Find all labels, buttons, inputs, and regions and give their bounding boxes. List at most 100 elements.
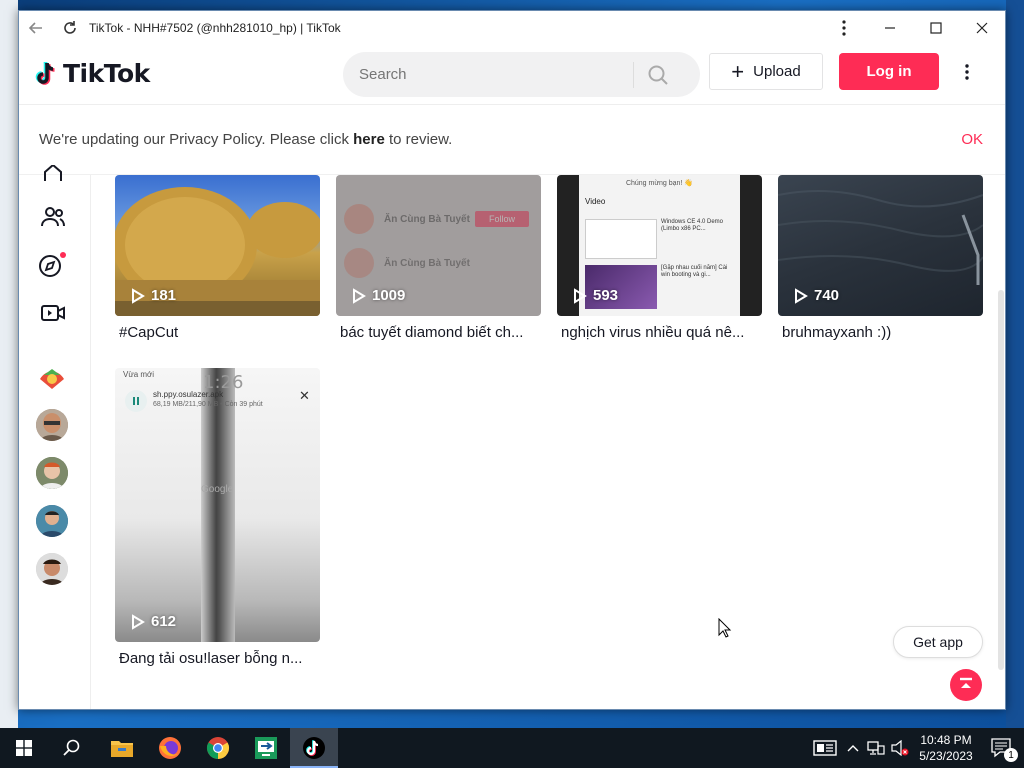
close-button[interactable] [959,11,1005,45]
view-count-value: 740 [814,287,840,304]
back-button[interactable] [19,11,53,45]
chevron-up-icon [847,745,859,752]
left-sidebar [19,165,91,709]
remote-desktop-icon [255,737,277,759]
video-card[interactable]: 740 bruhmayxanh :)) [778,175,983,341]
thumb-close-icon: ✕ [299,388,310,403]
video-card[interactable]: Chúng mừng bạn! 👋 Video Windows CE 4.0 D… [557,175,762,341]
video-caption[interactable]: bruhmayxanh :)) [778,324,983,341]
thumb-item-2: [Gặp nhau cuối năm] Cài win booting và g… [661,265,728,278]
privacy-ok-button[interactable]: OK [961,131,983,148]
network-icon [867,741,885,755]
maximize-button[interactable] [913,11,959,45]
video-caption[interactable]: #CapCut [115,324,320,341]
arrow-left-icon [28,22,42,34]
play-icon [132,287,145,304]
privacy-text-after: to review. [384,131,453,148]
plus-icon: + [731,58,745,84]
search-icon [648,65,668,85]
video-card[interactable]: Ăn Cùng Bà Tuyết Follow Ăn Cùng Bà Tuyết… [336,175,541,341]
play-icon [353,287,366,304]
sidebar-item-live[interactable] [39,299,67,327]
notifications-button[interactable]: 1 [980,728,1024,768]
upload-button[interactable]: + Upload [709,53,823,90]
video-thumbnail[interactable]: Vừa mới 1:26 sh.ppy.osulazer.apk 68,19 M… [115,368,320,642]
download-progress-icon [125,390,147,412]
clock[interactable]: 10:48 PM 5/23/2023 [912,732,980,764]
thumb-header: Chúng mừng bạn! 👋 [625,180,694,187]
view-count: 1009 [352,287,405,304]
tiktok-note-icon [35,61,55,85]
tiktok-icon [303,737,325,759]
search-button[interactable] [634,52,682,97]
thumb-item-1: Windows CE 4.0 Demo (Limbo x86 PC... [661,219,724,232]
video-caption[interactable]: bác tuyết diamond biết ch... [336,324,541,341]
video-card[interactable]: 181 #CapCut [115,175,320,341]
taskbar-search-button[interactable] [48,728,96,768]
taskbar-tiktok[interactable] [290,728,338,768]
clock-date: 5/23/2023 [919,749,973,763]
thumb-section: Video [585,197,606,206]
following-icon [41,207,65,227]
start-button[interactable] [0,728,48,768]
taskbar: 10:48 PM 5/23/2023 1 [0,728,1024,768]
compass-icon [39,252,66,277]
video-thumbnail[interactable]: Chúng mừng bạn! 👋 Video Windows CE 4.0 D… [557,175,762,316]
sidebar-item-following[interactable] [39,203,67,231]
video-caption[interactable]: nghịch virus nhiều quá nê... [557,324,762,341]
browser-window: TikTok - NHH#7502 (@nhh281010_hp) | TikT… [18,10,1006,710]
search-input[interactable] [343,54,633,95]
volume-muted-icon [891,740,909,756]
thumb-blur-bar [201,368,235,642]
sidebar-item-explore[interactable] [39,251,67,279]
scrollbar[interactable] [998,290,1004,670]
thumb-google-text: Google [201,484,234,495]
sidebar-item-home[interactable] [39,165,67,181]
sidebar-avatar-3[interactable] [36,457,68,489]
site-header: TikTok + Upload Log in [19,45,1005,105]
video-card[interactable]: Vừa mới 1:26 sh.ppy.osulazer.apk 68,19 M… [115,368,320,667]
view-count-value: 181 [151,287,177,304]
play-icon [132,613,145,630]
privacy-link[interactable]: here [353,131,385,148]
reload-button[interactable] [53,11,87,45]
view-count: 593 [573,287,618,304]
volume-button[interactable] [888,728,912,768]
privacy-text-before: We're updating our Privacy Policy. Pleas… [39,131,354,148]
close-icon [976,22,988,34]
browser-menu-button[interactable] [821,11,867,45]
privacy-banner: We're updating our Privacy Policy. Pleas… [19,105,1005,175]
kebab-icon [842,20,846,36]
view-count: 612 [131,613,176,630]
view-count: 740 [794,287,839,304]
network-button[interactable] [864,728,888,768]
more-options-button[interactable] [955,53,979,90]
video-thumbnail[interactable]: 181 [115,175,320,316]
login-button[interactable]: Log in [839,53,939,90]
thumb-progress-text: 68,19 MB/211,90 MB • Còn 39 phút [153,401,263,408]
tray-overflow-button[interactable] [842,728,864,768]
sidebar-avatar-5[interactable] [36,553,68,585]
tiktok-logo[interactable]: TikTok [35,59,150,88]
taskbar-remote-app[interactable] [242,728,290,768]
taskbar-chrome[interactable] [194,728,242,768]
sidebar-avatar-4[interactable] [36,505,68,537]
sidebar-avatar-1[interactable] [36,361,68,393]
notification-count: 1 [1004,748,1018,762]
main-content: 181 #CapCut Ăn Cùng Bà Tuyết Follow Ăn C… [19,165,1005,709]
search-icon [63,739,80,756]
get-app-button[interactable]: Get app [893,626,983,658]
news-widget-button[interactable] [808,728,842,768]
sidebar-avatar-2[interactable] [36,409,68,441]
video-thumbnail[interactable]: 740 [778,175,983,316]
clock-time: 10:48 PM [920,733,972,747]
back-to-top-button[interactable] [950,669,982,701]
video-thumbnail[interactable]: Ăn Cùng Bà Tuyết Follow Ăn Cùng Bà Tuyết… [336,175,541,316]
play-icon [795,287,808,304]
taskbar-firefox[interactable] [146,728,194,768]
minimize-button[interactable] [867,11,913,45]
taskbar-file-explorer[interactable] [98,728,146,768]
news-icon [813,740,837,756]
video-caption[interactable]: Đang tải osu!laser bỗng n... [115,650,320,667]
view-count-value: 612 [151,613,177,630]
